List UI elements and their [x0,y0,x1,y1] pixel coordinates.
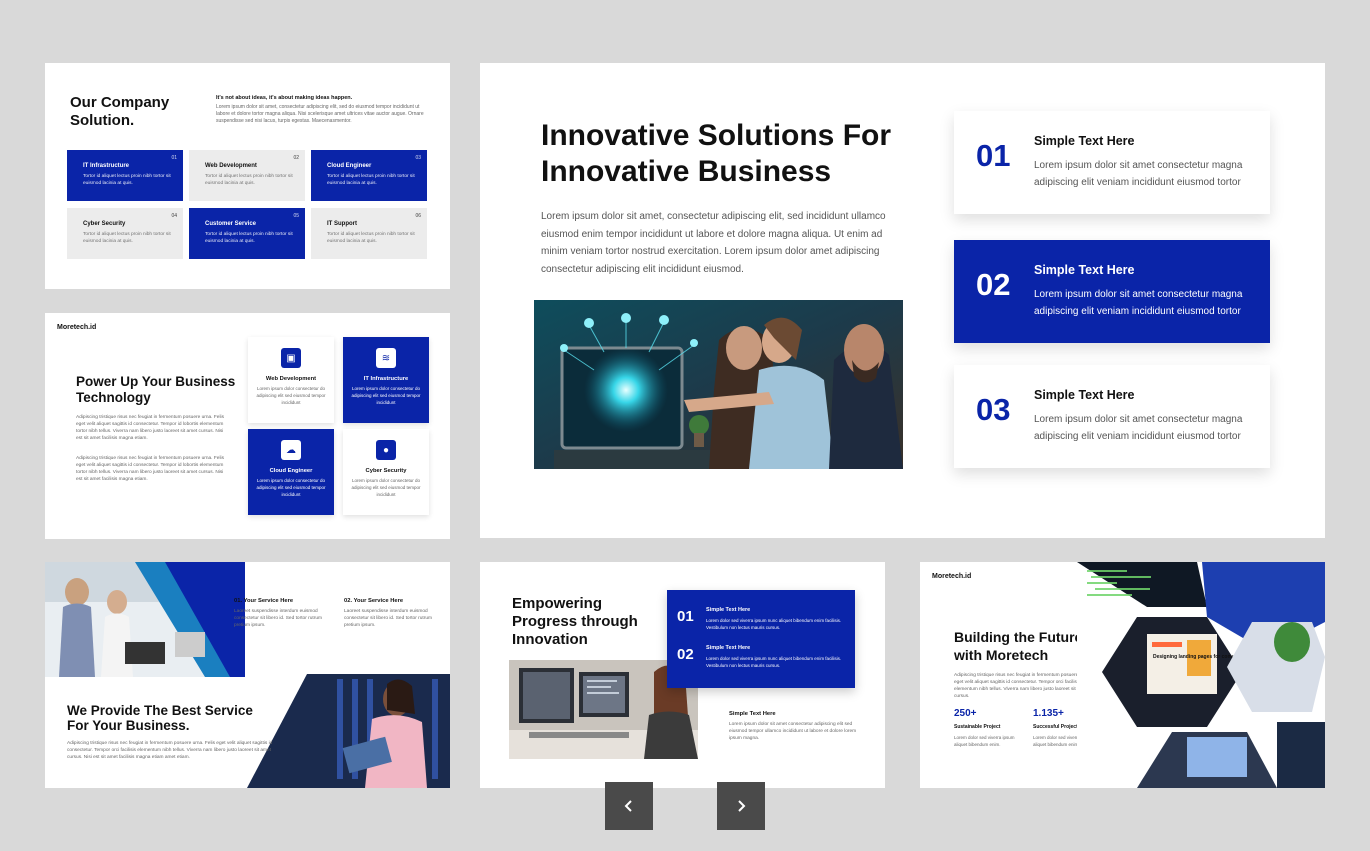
slide-title: Power Up Your Business Technology [76,374,236,405]
box-desc: Lorem ipsum dolor consectetur do adipisc… [256,478,326,497]
tile-number: 01 [171,155,177,161]
lab-workers-photo [45,562,245,677]
solution-tile: 05 Customer Service Tortor id aliquet le… [189,208,305,259]
card-desc: Lorem ipsum dolor sit amet consectetur m… [1034,289,1243,317]
solution-tile: 03 Cloud Engineer Tortor id aliquet lect… [311,150,427,201]
router-icon: ≋ [376,348,396,368]
card-title: Simple Text Here [1034,134,1135,148]
slide-best-service[interactable]: 01. Your Service Here Laoreet suspendiss… [45,562,450,788]
code-window-icon: ▣ [281,348,301,368]
service-box: ≋ IT Infrastructure Lorem ipsum dolor co… [343,337,429,423]
tile-number: 02 [293,155,299,161]
feature-card: 01 Simple Text Here Lorem ipsum dolor si… [954,111,1270,214]
card-number: 03 [976,392,1011,427]
box-title: Cloud Engineer [269,468,313,474]
chevron-left-icon [624,800,632,812]
cloud-icon: ☁ [281,440,301,460]
service-box: ● Cyber Security Lorem ipsum dolor conse… [343,429,429,515]
box-desc: Lorem ipsum dolor consectetur do adipisc… [256,386,326,405]
stat-label: Successful Project [1033,724,1078,730]
tile-title: Customer Service [205,221,257,227]
solution-tile: 06 IT Support Tortor id aliquet lectus p… [311,208,427,259]
brand-label: Moretech.id [932,573,972,580]
tile-number: 04 [171,213,177,219]
feature-card-highlighted: 02 Simple Text Here Lorem ipsum dolor si… [954,240,1270,343]
tile-desc: Tortor id aliquet lectus proin nibh tort… [205,174,293,186]
lock-icon: ● [376,440,396,460]
card-desc: Lorem ipsum dolor sit amet consectetur m… [1034,414,1243,442]
slide-paragraph: Adipiscing tristique risus nec feugiat i… [76,456,224,482]
box-title: IT Infrastructure [363,376,409,382]
item-title: Simple Text Here [706,607,751,613]
numbered-panel: 01 Simple Text Here Lorem dolor sed vive… [667,590,855,688]
box-title: Cyber Security [365,468,407,474]
solution-tile: 02 Web Development Tortor id aliquet lec… [189,150,305,201]
service-box: ▣ Web Development Lorem ipsum dolor cons… [248,337,334,423]
slide-building-future[interactable]: Moretech.id Building the Future with Mor… [920,562,1325,788]
slide-title: Our Company Solution. [70,94,170,129]
tile-desc: Tortor id aliquet lectus proin nibh tort… [205,232,293,244]
item-desc: Lorem dolor sed viverra ipsum nunc aliqu… [706,656,842,668]
card-title: Simple Text Here [1034,388,1135,402]
chevron-right-icon [738,800,746,812]
tile-desc: Tortor id aliquet lectus proin nibh tort… [327,232,415,244]
tile-title: Cyber Security [83,221,126,227]
service-desc: Laoreet suspendisse interdum euismod con… [234,609,322,628]
card-number: 02 [976,267,1011,302]
previous-button[interactable] [605,782,653,830]
card-title: Simple Text Here [1034,263,1135,277]
box-desc: Lorem ipsum dolor consectetur do adipisc… [351,386,421,405]
slide-title: Innovative Solutions For Innovative Busi… [541,119,892,188]
item-number: 01 [677,608,694,625]
engineer-laptop-photo [247,674,450,788]
box-title: Web Development [265,376,317,382]
slide-paragraph: Adipiscing tristique risus nec feugiat i… [76,415,224,441]
item-title: Simple Text Here [706,645,751,651]
stat-value: 250+ [954,708,977,719]
slide-tagline: It's not about ideas, it's about making … [216,95,353,101]
slide-power-up[interactable]: Moretech.id Power Up Your Business Techn… [45,313,450,539]
slide-empowering-progress[interactable]: Empowering Progress through Innovation 0… [480,562,885,788]
slide-company-solution[interactable]: Our Company Solution. It's not about ide… [45,63,450,289]
tile-number: 05 [293,213,299,219]
slide-paragraph: Adipiscing tristique risus nec feugiat i… [67,741,273,760]
card-desc: Lorem ipsum dolor sit amet consectetur m… [1034,160,1243,188]
slide-paragraph: Lorem ipsum dolor sit amet, consectetur … [541,211,886,275]
solution-tile: 01 IT Infrastructure Tortor id aliquet l… [67,150,183,201]
service-desc: Laoreet suspendisse interdum euismod con… [344,609,432,628]
tile-title: IT Infrastructure [83,163,130,169]
item-desc: Lorem dolor sed viverra ipsum nunc aliqu… [706,618,842,630]
slide-title: We Provide The Best Service For Your Bus… [67,703,253,733]
stat-value: 1.135+ [1033,708,1064,719]
stat-desc: Lorem dolor sed viverra ipsum aliquet bi… [954,735,1015,747]
service-box: ☁ Cloud Engineer Lorem ipsum dolor conse… [248,429,334,515]
next-button[interactable] [717,782,765,830]
side-desc: Lorem ipsum dolor sit amet consectetur a… [729,722,857,741]
tile-title: Cloud Engineer [327,163,372,169]
feature-card: 03 Simple Text Here Lorem ipsum dolor si… [954,365,1270,468]
item-number: 02 [677,646,694,663]
service-title: 01. Your Service Here [234,598,294,604]
slide-paragraph: Lorem ipsum dolor sit amet, consectetur … [216,104,424,124]
tile-title: Web Development [205,163,257,169]
solution-tile: 04 Cyber Security Tortor id aliquet lect… [67,208,183,259]
stat-label: Sustainable Project [954,724,1001,730]
hexagon-collage: Designing landing pages for conversion [1077,562,1325,788]
card-number: 01 [976,138,1011,173]
tile-title: IT Support [327,221,357,227]
tile-desc: Tortor id aliquet lectus proin nibh tort… [327,174,415,186]
team-computer-photo [534,300,903,469]
tile-number: 03 [415,155,421,161]
tile-desc: Tortor id aliquet lectus proin nibh tort… [83,174,171,186]
slide-title: Empowering Progress through Innovation [512,595,638,648]
side-title: Simple Text Here [729,711,776,717]
service-title: 02. Your Service Here [344,598,404,604]
tile-desc: Tortor id aliquet lectus proin nibh tort… [83,232,171,244]
brand-label: Moretech.id [57,324,97,331]
slide-innovative-solutions[interactable]: Innovative Solutions For Innovative Busi… [480,63,1325,538]
tile-number: 06 [415,213,421,219]
box-desc: Lorem ipsum dolor consectetur do adipisc… [351,478,421,497]
